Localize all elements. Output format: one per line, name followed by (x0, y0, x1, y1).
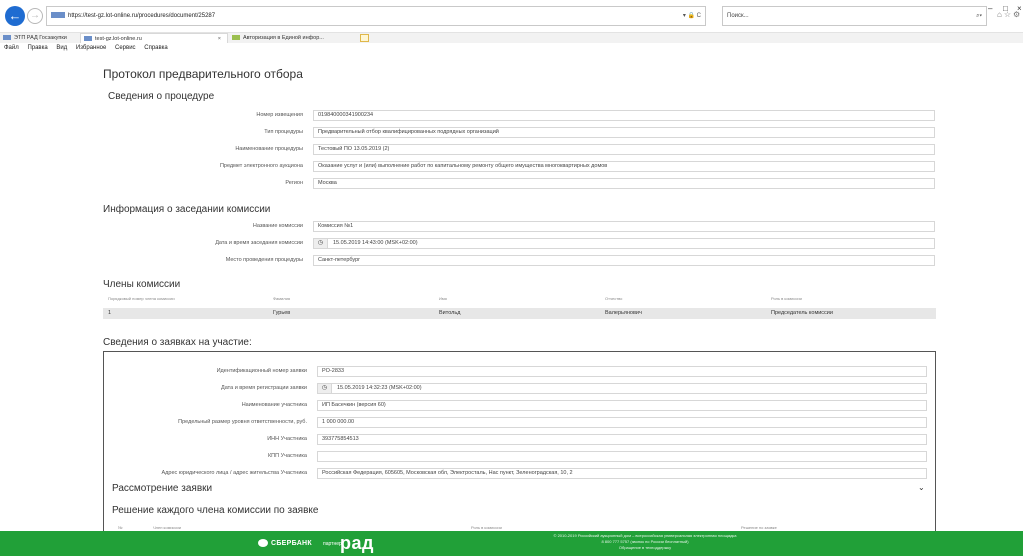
member-surname: Гурьев (273, 310, 291, 316)
participant-name-label: Наименование участника (241, 402, 307, 408)
col-header-number: Порядковый номер члена комиссии (108, 296, 175, 301)
procedure-type-label: Тип процедуры (264, 129, 303, 135)
application-id-label: Идентификационный номер заявки (216, 368, 307, 374)
procedure-section-title: Сведения о процедуре (108, 91, 215, 102)
meeting-datetime-value: 15.05.2019 14:43:00 (MSK+02:00) (333, 240, 418, 246)
menu-tools[interactable]: Сервис (115, 45, 136, 51)
procedure-place-label: Место проведения процедуры (225, 257, 303, 263)
procedure-type-field: Предварительный отбор квалифицированных … (313, 127, 935, 138)
member-role: Председатель комиссии (771, 310, 833, 316)
maximize-button[interactable]: □ (1003, 4, 1008, 13)
clock-icon: ◷ (314, 239, 328, 248)
commission-name-label: Название комиссии (252, 223, 303, 229)
search-placeholder: Поиск... (727, 13, 749, 19)
tab-authorization[interactable]: Авторизация в Единой инфор... (229, 33, 357, 43)
tab-etp-rad[interactable]: ЭТП РАД Госзакупки (0, 33, 78, 43)
tab-label: Авторизация в Единой инфор... (243, 35, 324, 41)
review-section-title: Рассмотрение заявки (112, 483, 213, 494)
region-label: Регион (285, 180, 303, 186)
commission-name-field: Комиссия №1 (313, 221, 935, 232)
globe-icon (232, 35, 240, 41)
menu-view[interactable]: Вид (56, 45, 67, 51)
meeting-section-title: Информация о заседании комиссии (103, 204, 271, 215)
inn-field: 393775854513 (317, 434, 927, 445)
members-table-header: Порядковый номер члена комиссии Фамилия … (103, 296, 933, 304)
tab-label: test-gz.lot-online.ru (95, 36, 142, 42)
address-bar-icons[interactable]: ▾ 🔒 C (683, 7, 701, 25)
col-header-decision: Решение по заявке (741, 525, 777, 530)
rad-logo[interactable]: рад (340, 533, 374, 554)
search-icon[interactable]: ⌕▾ (976, 7, 982, 25)
sberbank-logo[interactable]: СБЕРБАНК (258, 539, 312, 547)
page-content: Протокол предварительного отбора Сведени… (0, 53, 1023, 531)
applications-section-title: Сведения о заявках на участие: (103, 337, 252, 348)
search-input[interactable]: Поиск... ⌕▾ (722, 6, 987, 26)
new-tab-button[interactable] (360, 34, 369, 42)
table-row: 1 Гурьев Витольд Валерьянович Председате… (103, 308, 936, 319)
tab-bar: ЭТП РАД Госзакупки test-gz.lot-online.ru… (0, 33, 1023, 43)
menu-edit[interactable]: Правка (27, 45, 47, 51)
address-bar[interactable]: https://test-gz.lot-online.ru/procedures… (46, 6, 706, 26)
liability-limit-field: 1 000 000.00 (317, 417, 927, 428)
close-tab-icon[interactable]: × (218, 34, 221, 43)
col-header-patronymic: Отчество (605, 296, 623, 301)
meeting-datetime-field: ◷ 15.05.2019 14:43:00 (MSK+02:00) (313, 238, 935, 249)
sberbank-logo-icon (258, 539, 268, 547)
menu-file[interactable]: Файл (4, 45, 19, 51)
member-number: 1 (108, 310, 112, 316)
notice-number-label: Номер извещения (256, 112, 303, 118)
inn-label: ИНН Участника (267, 436, 307, 442)
participant-name-field: ИП Басечкин (версия 60) (317, 400, 927, 411)
footer-info: © 2010-2019 Российский аукционный дом – … (495, 533, 795, 551)
site-icon (51, 12, 65, 19)
application-id-field: PO-2833 (317, 366, 927, 377)
procedure-name-label: Наименование процедуры (235, 146, 303, 152)
registration-datetime-label: Дата и время регистрации заявки (221, 385, 307, 391)
menu-help[interactable]: Справка (144, 45, 168, 51)
registration-datetime-value: 15.05.2019 14:32:23 (MSK+02:00) (337, 385, 422, 391)
tab-test-gz[interactable]: test-gz.lot-online.ru × (80, 33, 228, 43)
sberbank-logo-text: СБЕРБАНК (271, 539, 312, 547)
auction-subject-field: Оказание услуг и (или) выполнение работ … (313, 161, 935, 172)
footer: СБЕРБАНК партнер рад © 2010-2019 Российс… (0, 531, 1023, 556)
procedure-place-field: Санкт-петербург (313, 255, 935, 266)
decision-section-title: Решение каждого члена комиссии по заявке (112, 505, 319, 516)
col-header-role: Роль в комиссии (771, 296, 802, 301)
auction-subject-label: Предмет электронного аукциона (219, 163, 303, 169)
menu-bar: Файл Правка Вид Избранное Сервис Справка (0, 43, 1023, 53)
notice-number-field: 019840000341900234 (313, 110, 935, 121)
browser-toolbar: ← → https://test-gz.lot-online.ru/proced… (0, 0, 1023, 33)
address-field: Российская Федерация, 605605, Московская… (317, 468, 927, 479)
liability-limit-label: Предельный размер уровня ответственности… (178, 419, 307, 425)
meeting-datetime-label: Дата и время заседания комиссии (215, 240, 303, 246)
kpp-label: КПП Участника (267, 453, 307, 459)
chevron-down-icon[interactable]: ⌄ (918, 483, 925, 492)
col-header-member: Член комиссии (153, 525, 182, 530)
tab-label: ЭТП РАД Госзакупки (14, 35, 67, 41)
clock-icon: ◷ (318, 384, 332, 393)
address-label: Адрес юридического лица / адрес жительст… (161, 470, 307, 476)
member-name: Витольд (439, 310, 461, 316)
member-patronymic: Валерьянович (605, 310, 642, 316)
site-icon (3, 35, 11, 41)
page-title: Протокол предварительного отбора (103, 67, 303, 81)
back-button[interactable]: ← (5, 6, 25, 26)
menu-favorites[interactable]: Избранное (76, 45, 106, 51)
minimize-button[interactable]: – (988, 4, 992, 13)
partner-label: партнер (323, 541, 342, 547)
members-section-title: Члены комиссии (103, 279, 181, 290)
col-header-surname: Фамилия (273, 296, 290, 301)
site-icon (84, 36, 92, 42)
col-header-role: Роль в комиссии (471, 525, 502, 530)
registration-datetime-field: ◷ 15.05.2019 14:32:23 (MSK+02:00) (317, 383, 927, 394)
region-field: Москва (313, 178, 935, 189)
col-header-num: № (118, 525, 123, 530)
close-window-button[interactable]: × (1017, 4, 1022, 13)
forward-button[interactable]: → (27, 8, 43, 24)
col-header-name: Имя (439, 296, 447, 301)
kpp-field (317, 451, 927, 462)
url-text: https://test-gz.lot-online.ru/procedures… (68, 13, 216, 19)
support-link[interactable]: Обращение в техподдержку (495, 545, 795, 551)
procedure-name-field: Тестовый ПО 13.05.2019 (2) (313, 144, 935, 155)
